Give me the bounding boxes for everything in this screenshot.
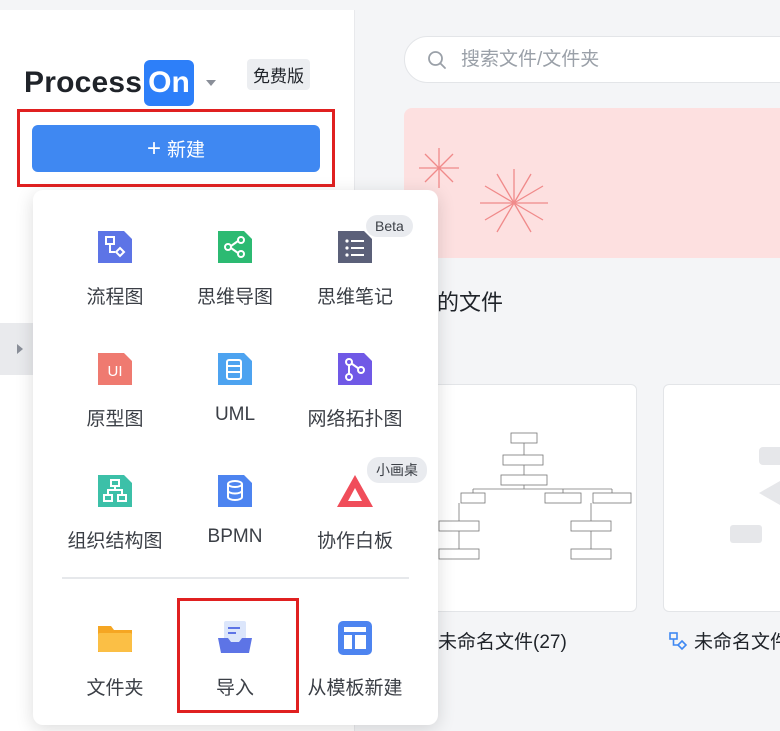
uml-icon xyxy=(218,353,252,385)
template-icon xyxy=(338,621,372,655)
menu-item-label: 流程图 xyxy=(86,287,144,308)
promo-banner[interactable] xyxy=(404,108,780,258)
menu-divider xyxy=(62,577,409,579)
bpmn-icon xyxy=(218,475,252,507)
menu-item-label: UML xyxy=(214,404,256,425)
menu-item-whiteboard[interactable]: 协作白板 xyxy=(295,471,415,553)
sidebar-collapse-toggle[interactable] xyxy=(0,323,34,375)
flowchart-icon xyxy=(98,231,132,263)
ui-prototype-icon: UI xyxy=(98,353,132,385)
chevron-down-icon[interactable] xyxy=(205,80,216,86)
network-topology-icon xyxy=(338,353,372,385)
file-name: 未命名文件 xyxy=(694,632,780,653)
menu-item-label: 组织结构图 xyxy=(67,531,163,552)
plus-icon: + xyxy=(146,134,161,162)
folder-icon xyxy=(98,626,132,652)
new-button-label: 新建 xyxy=(167,140,206,161)
menu-item-label: 从模板新建 xyxy=(307,678,403,699)
org-chart-icon xyxy=(98,475,132,507)
menu-item-label: 思维导图 xyxy=(196,287,273,308)
import-highlight xyxy=(177,598,299,713)
menu-item-uml[interactable]: UML xyxy=(175,349,295,426)
new-button[interactable]: + 新建 xyxy=(32,125,320,172)
menu-item-from-template[interactable]: 从模板新建 xyxy=(295,618,415,700)
file-card[interactable] xyxy=(663,384,780,612)
mindmap-icon xyxy=(218,231,252,263)
file-thumbnail xyxy=(730,447,780,543)
file-thumbnail xyxy=(438,432,632,560)
chevron-right-icon xyxy=(17,344,23,354)
file-name-row[interactable]: 未命名文件 xyxy=(668,627,780,654)
menu-item-label: BPMN xyxy=(207,526,263,547)
menu-item-label: 思维笔记 xyxy=(316,287,393,308)
menu-item-label: 网络拓扑图 xyxy=(307,409,403,430)
svg-text:UI: UI xyxy=(108,363,123,380)
menu-item-folder[interactable]: 文件夹 xyxy=(55,618,175,700)
plan-badge: 免费版 xyxy=(247,59,310,90)
flowchart-icon xyxy=(669,631,688,650)
menu-item-label: 原型图 xyxy=(86,409,144,430)
menu-item-bpmn[interactable]: BPMN xyxy=(175,471,295,548)
search-input[interactable] xyxy=(461,48,761,71)
processon-logo[interactable]: Process On xyxy=(24,60,216,106)
menu-item-label: 文件夹 xyxy=(86,678,144,699)
file-card[interactable] xyxy=(430,384,637,612)
menu-item-network-topology[interactable]: 网络拓扑图 xyxy=(295,349,415,431)
search-icon xyxy=(428,50,446,69)
beta-badge: Beta xyxy=(366,215,413,237)
menu-item-org-chart[interactable]: 组织结构图 xyxy=(55,471,175,553)
menu-item-label: 协作白板 xyxy=(316,531,393,552)
logo-on-mark: On xyxy=(144,60,194,106)
menu-item-mind-notes[interactable]: 思维笔记 xyxy=(295,227,415,309)
menu-item-mindmap[interactable]: 思维导图 xyxy=(175,227,295,309)
search-bar[interactable] xyxy=(404,36,780,83)
new-menu-dropdown: 流程图 思维导图 思维笔记 Beta UI 原型图 UML 网络拓扑图 组织结构… xyxy=(33,190,438,725)
section-title: 的文件 xyxy=(437,290,504,315)
file-name[interactable]: 未命名文件(27) xyxy=(438,627,567,654)
menu-item-flowchart[interactable]: 流程图 xyxy=(55,227,175,309)
menu-item-prototype[interactable]: UI 原型图 xyxy=(55,349,175,431)
logo-text: Process xyxy=(24,66,143,99)
whiteboard-badge: 小画桌 xyxy=(367,457,427,483)
